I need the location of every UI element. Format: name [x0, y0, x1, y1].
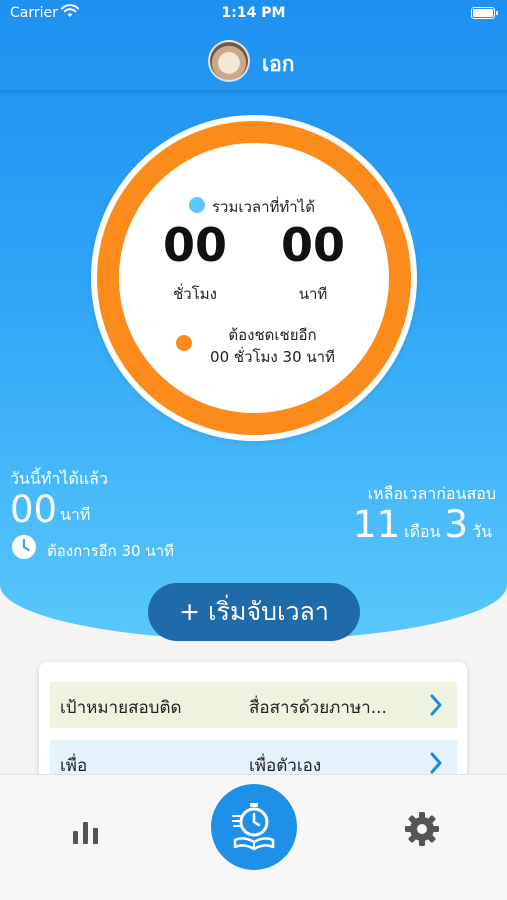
gear-icon[interactable] — [404, 811, 440, 847]
total-time-legend-dot — [189, 197, 205, 213]
clock-icon — [12, 535, 36, 559]
goal-row-target[interactable]: เป้าหมายสอบติด สื่อสารด้วยภาษา... — [50, 682, 457, 728]
today-value: 00 — [10, 488, 58, 531]
progress-ring-center — [119, 143, 389, 413]
remaining-days: 3 — [444, 503, 469, 546]
profile-header: เอก — [0, 38, 507, 82]
tab-bar — [0, 774, 507, 900]
need-more-text: ต้องการอีก 30 นาที — [47, 542, 174, 560]
avatar[interactable] — [208, 40, 250, 82]
goal-key: เป้าหมายสอบติด — [60, 698, 182, 718]
minutes-unit: นาที — [298, 285, 328, 303]
total-time-label: รวมเวลาที่ทำได้ — [212, 198, 316, 216]
user-name: เอก — [262, 52, 295, 76]
today-unit: นาที — [60, 505, 91, 524]
goal-value: สื่อสารด้วยภาษา... — [249, 698, 387, 718]
chevron-right-icon — [430, 752, 442, 774]
owe-time-legend-dot — [176, 335, 192, 351]
remaining-time: 11 เดือน 3 วัน — [353, 503, 496, 546]
stopwatch-book-icon — [232, 803, 275, 851]
header-divider — [0, 90, 507, 96]
hours-unit: ชั่วโมง — [173, 285, 217, 303]
status-time: 1:14 PM — [221, 5, 286, 21]
remaining-months-unit: เดือน — [404, 522, 441, 541]
remaining-days-unit: วัน — [472, 522, 492, 541]
bar-chart-icon[interactable] — [71, 819, 101, 845]
owe-time-value: 00 ชั่วโมง 30 นาที — [210, 348, 335, 366]
remaining-months: 11 — [353, 503, 401, 546]
timer-tab-button[interactable] — [211, 784, 297, 870]
battery-icon — [471, 7, 498, 19]
status-bar: Carrier 1:14 PM — [0, 0, 507, 30]
hours-value: 00 — [162, 218, 227, 272]
chevron-right-icon — [430, 694, 442, 716]
owe-time-label: ต้องชดเชยอีก — [228, 326, 317, 344]
minutes-value: 00 — [280, 218, 345, 272]
start-timer-button[interactable]: + เริ่มจับเวลา — [148, 583, 360, 641]
